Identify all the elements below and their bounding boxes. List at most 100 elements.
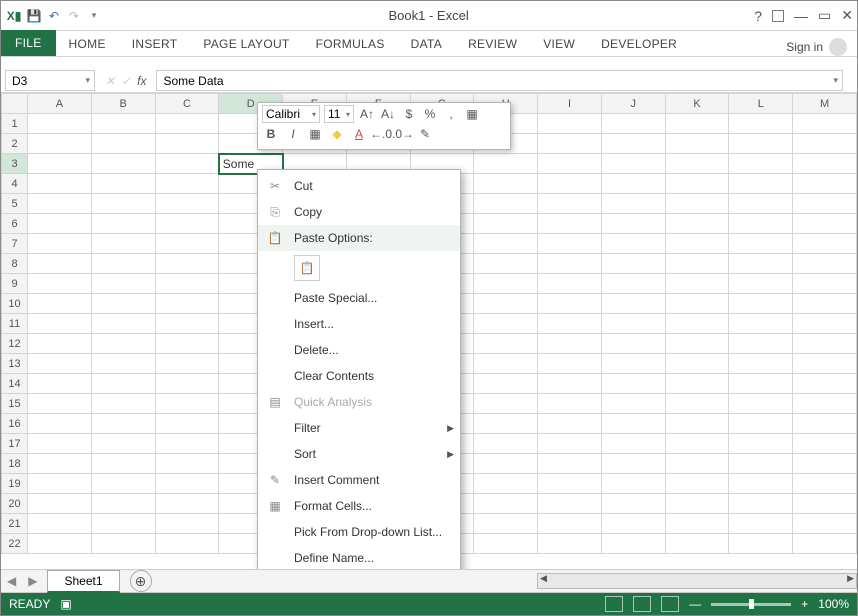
cell-J13[interactable] [601, 354, 665, 374]
accounting-format-icon[interactable]: $ [400, 105, 418, 123]
cell-C12[interactable] [155, 334, 219, 354]
macro-record-icon[interactable]: ▣ [60, 597, 71, 611]
page-break-view-icon[interactable] [661, 596, 679, 612]
cell-I6[interactable] [538, 214, 602, 234]
cell-M4[interactable] [793, 174, 857, 194]
paste-default-button[interactable]: 📋 [294, 255, 320, 281]
menu-sort[interactable]: Sort▶ [258, 441, 460, 467]
cell-I22[interactable] [538, 534, 602, 554]
cell-A6[interactable] [28, 214, 92, 234]
cell-A21[interactable] [28, 514, 92, 534]
cell-B15[interactable] [91, 394, 155, 414]
cell-H18[interactable] [474, 454, 538, 474]
row-header-3[interactable]: 3 [2, 154, 28, 174]
cell-J2[interactable] [601, 134, 665, 154]
cell-M7[interactable] [793, 234, 857, 254]
name-box[interactable]: D3 [5, 70, 95, 91]
row-header-9[interactable]: 9 [2, 274, 28, 294]
cell-J4[interactable] [601, 174, 665, 194]
cell-A20[interactable] [28, 494, 92, 514]
cell-B3[interactable] [91, 154, 155, 174]
cell-B13[interactable] [91, 354, 155, 374]
cell-I3[interactable] [538, 154, 602, 174]
row-header-20[interactable]: 20 [2, 494, 28, 514]
cell-H20[interactable] [474, 494, 538, 514]
cell-C22[interactable] [155, 534, 219, 554]
cell-K17[interactable] [665, 434, 729, 454]
row-header-14[interactable]: 14 [2, 374, 28, 394]
merge-center-icon[interactable]: ▦ [463, 105, 481, 123]
cell-C18[interactable] [155, 454, 219, 474]
cell-C6[interactable] [155, 214, 219, 234]
cell-L21[interactable] [729, 514, 793, 534]
cell-K15[interactable] [665, 394, 729, 414]
cell-H21[interactable] [474, 514, 538, 534]
cell-L9[interactable] [729, 274, 793, 294]
normal-view-icon[interactable] [605, 596, 623, 612]
formula-input[interactable]: Some Data [156, 70, 843, 91]
cell-L1[interactable] [729, 114, 793, 134]
cell-I7[interactable] [538, 234, 602, 254]
cell-C9[interactable] [155, 274, 219, 294]
menu-copy[interactable]: ⎘Copy [258, 199, 460, 225]
italic-icon[interactable]: I [284, 125, 302, 143]
tab-insert[interactable]: INSERT [119, 32, 191, 56]
cell-K22[interactable] [665, 534, 729, 554]
cell-H10[interactable] [474, 294, 538, 314]
cell-M21[interactable] [793, 514, 857, 534]
cell-M20[interactable] [793, 494, 857, 514]
borders-icon[interactable]: ▦ [306, 125, 324, 143]
menu-paste-options[interactable]: 📋Paste Options: [258, 225, 460, 251]
cell-K19[interactable] [665, 474, 729, 494]
add-sheet-button[interactable]: ⊕ [130, 570, 152, 592]
cell-J22[interactable] [601, 534, 665, 554]
cell-J21[interactable] [601, 514, 665, 534]
tab-page-layout[interactable]: PAGE LAYOUT [190, 32, 302, 56]
cell-L14[interactable] [729, 374, 793, 394]
cell-L17[interactable] [729, 434, 793, 454]
row-header-5[interactable]: 5 [2, 194, 28, 214]
cell-H9[interactable] [474, 274, 538, 294]
signin-link[interactable]: Sign in [786, 38, 857, 56]
cell-C10[interactable] [155, 294, 219, 314]
cell-L20[interactable] [729, 494, 793, 514]
cell-H11[interactable] [474, 314, 538, 334]
cell-A10[interactable] [28, 294, 92, 314]
row-header-2[interactable]: 2 [2, 134, 28, 154]
decrease-font-icon[interactable]: A↓ [379, 105, 397, 123]
column-header-M[interactable]: M [793, 94, 857, 114]
cell-I18[interactable] [538, 454, 602, 474]
close-icon[interactable]: ✕ [841, 7, 853, 24]
cell-B17[interactable] [91, 434, 155, 454]
cell-J8[interactable] [601, 254, 665, 274]
menu-filter[interactable]: Filter▶ [258, 415, 460, 441]
column-header-B[interactable]: B [91, 94, 155, 114]
tab-review[interactable]: REVIEW [455, 32, 530, 56]
cell-L6[interactable] [729, 214, 793, 234]
cell-K12[interactable] [665, 334, 729, 354]
cell-I19[interactable] [538, 474, 602, 494]
menu-format-cells[interactable]: ▦Format Cells... [258, 493, 460, 519]
column-header-K[interactable]: K [665, 94, 729, 114]
cell-B9[interactable] [91, 274, 155, 294]
cell-K14[interactable] [665, 374, 729, 394]
cell-K9[interactable] [665, 274, 729, 294]
cell-M13[interactable] [793, 354, 857, 374]
tab-home[interactable]: HOME [56, 32, 119, 56]
cell-J12[interactable] [601, 334, 665, 354]
row-header-6[interactable]: 6 [2, 214, 28, 234]
cell-C14[interactable] [155, 374, 219, 394]
bold-icon[interactable]: B [262, 125, 280, 143]
cell-C16[interactable] [155, 414, 219, 434]
cell-A2[interactable] [28, 134, 92, 154]
cell-K20[interactable] [665, 494, 729, 514]
percent-format-icon[interactable]: % [421, 105, 439, 123]
cell-M15[interactable] [793, 394, 857, 414]
menu-define-name[interactable]: Define Name... [258, 545, 460, 571]
cell-B4[interactable] [91, 174, 155, 194]
cell-I17[interactable] [538, 434, 602, 454]
row-header-12[interactable]: 12 [2, 334, 28, 354]
column-header-L[interactable]: L [729, 94, 793, 114]
select-all-corner[interactable] [2, 94, 28, 114]
cell-J15[interactable] [601, 394, 665, 414]
